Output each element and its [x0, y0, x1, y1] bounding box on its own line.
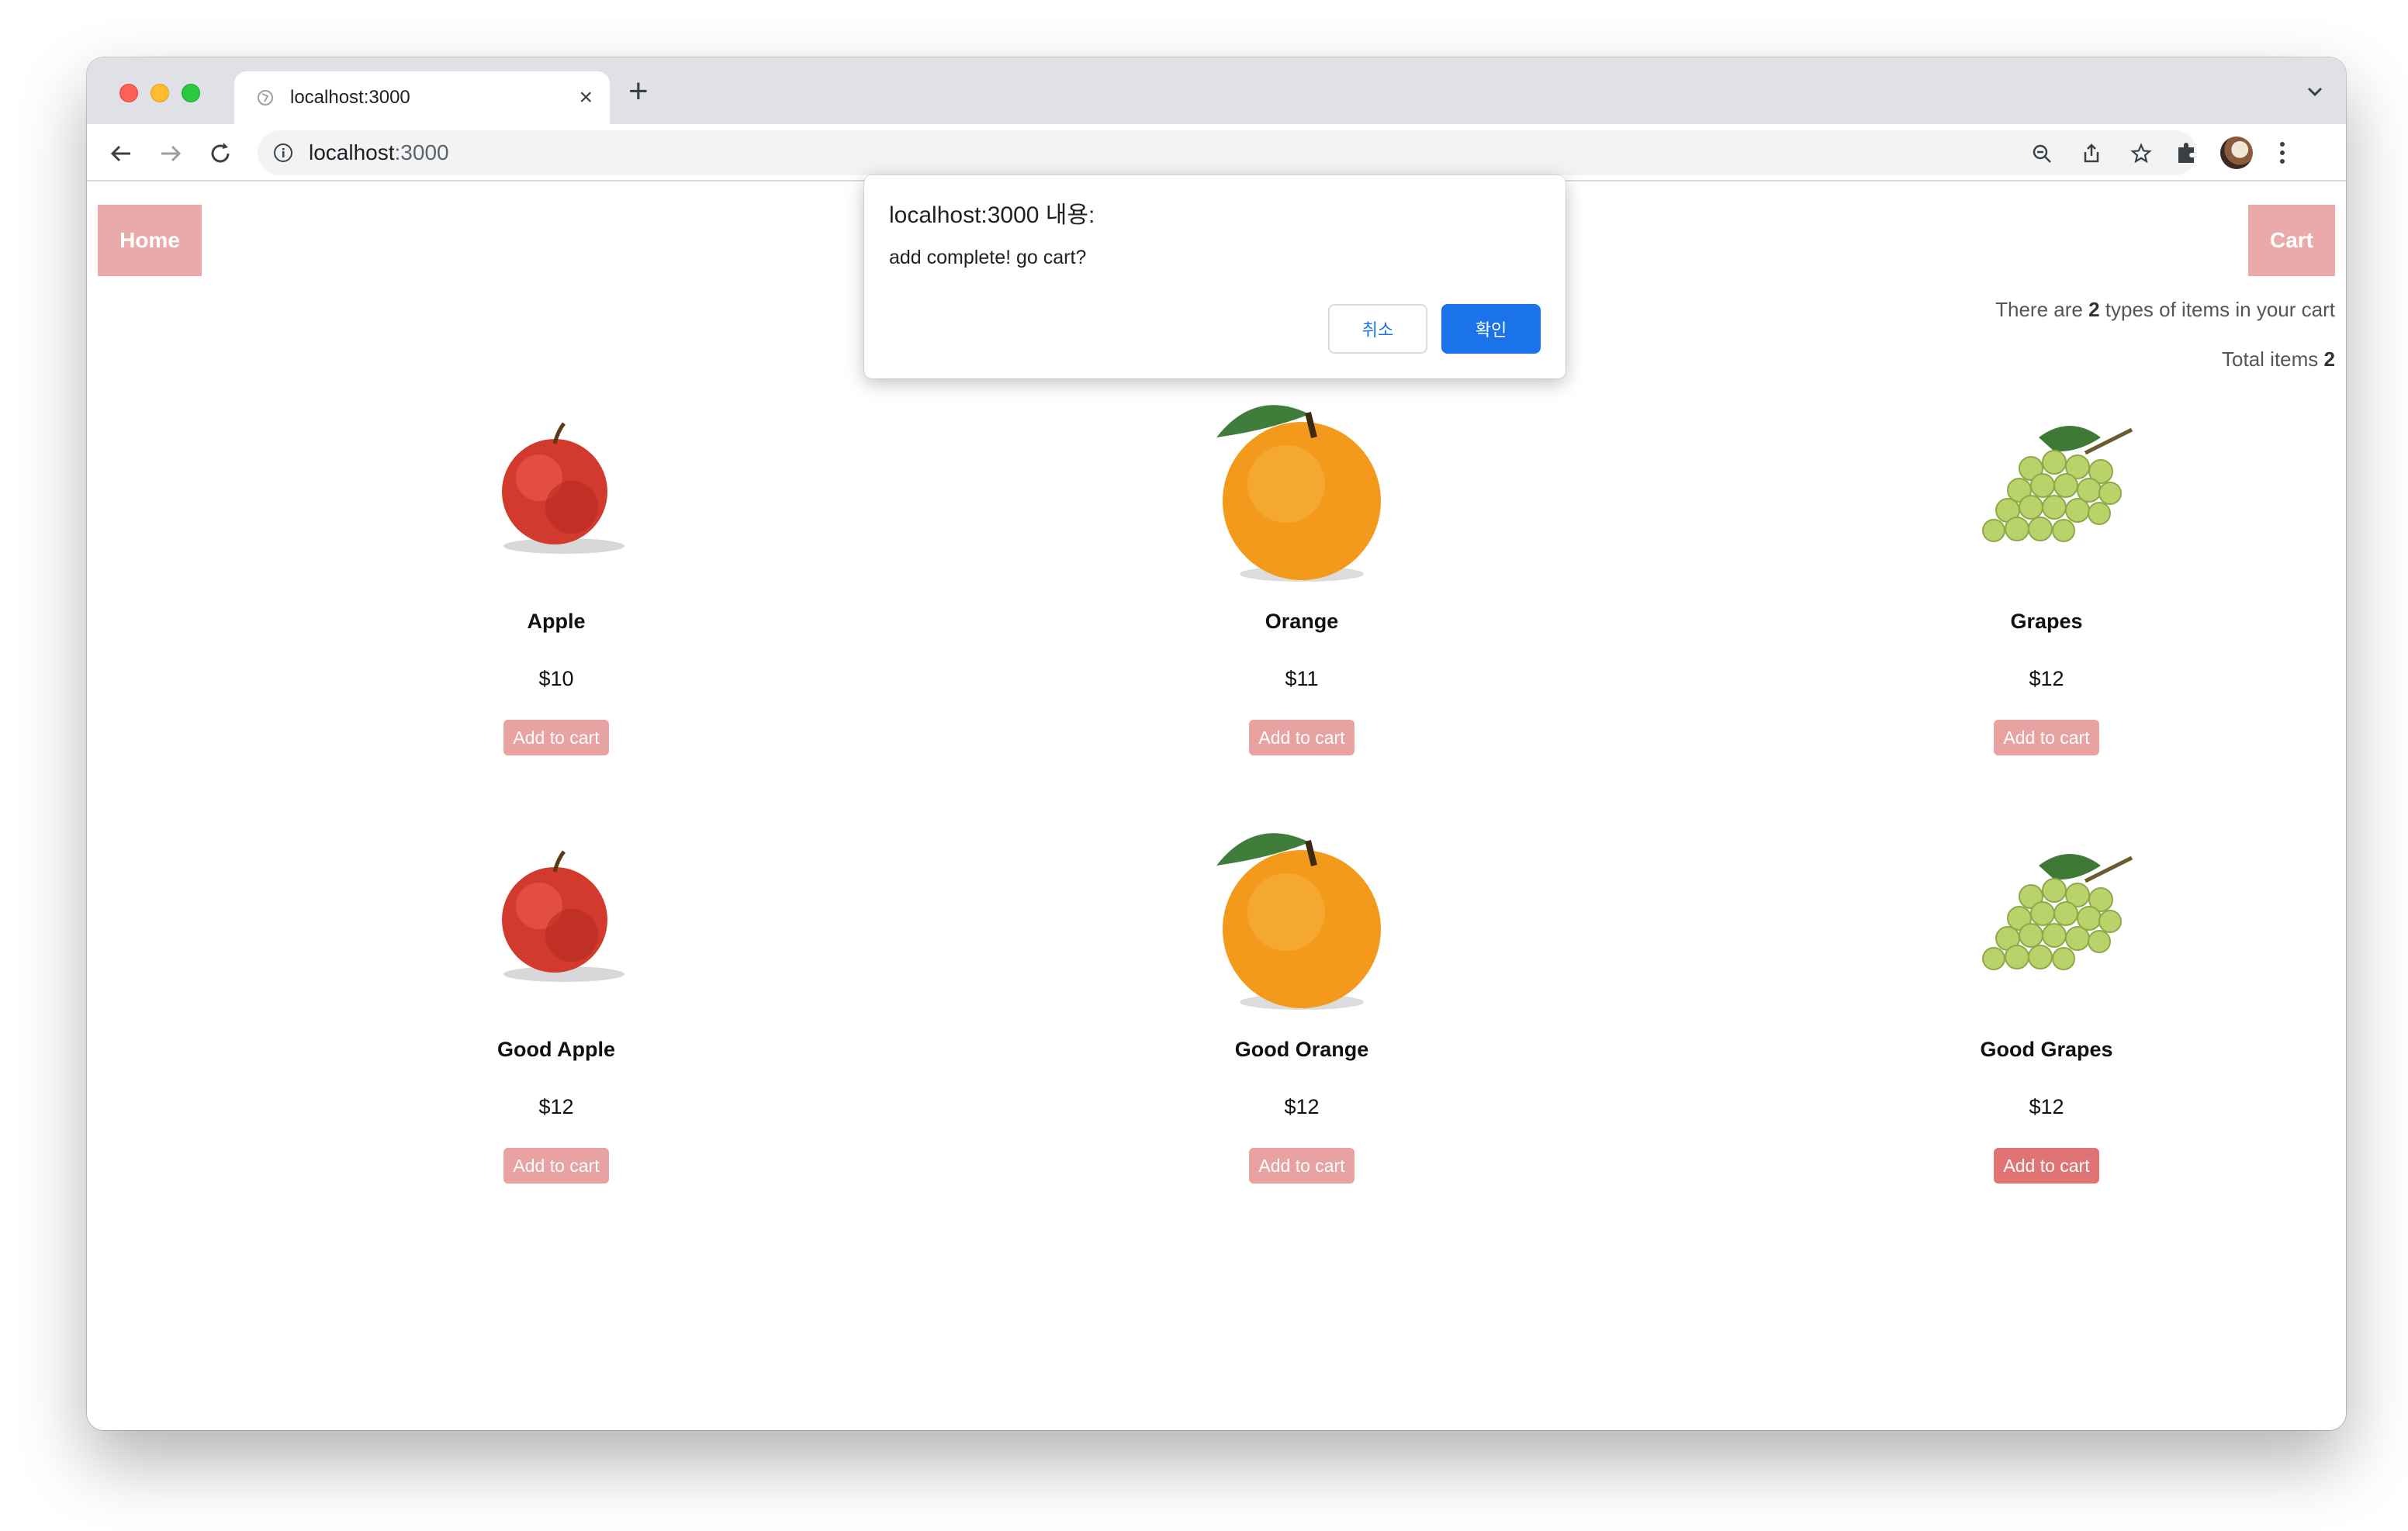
cart-types-summary: There are 2 types of items in your cart	[1995, 298, 2335, 321]
address-bar[interactable]: localhost:3000	[258, 130, 2197, 175]
cart-total-summary: Total items 2	[2222, 347, 2335, 371]
product-price: $12	[2029, 667, 2064, 690]
product-price: $10	[538, 667, 574, 690]
add-to-cart-button[interactable]: Add to cart	[503, 1148, 609, 1184]
product-card: Good Apple $12 Add to cart	[362, 819, 750, 1184]
new-tab-button[interactable]: +	[628, 74, 649, 109]
product-name: Good Apple	[497, 1038, 615, 1061]
product-price: $12	[538, 1095, 574, 1118]
forward-arrow-icon[interactable]	[157, 140, 185, 168]
alert-dialog: localhost:3000 내용: add complete! go cart…	[864, 175, 1566, 378]
bookmark-star-icon[interactable]	[2130, 143, 2152, 164]
dialog-message: add complete! go cart?	[889, 247, 1087, 268]
add-to-cart-button[interactable]: Add to cart	[1994, 1148, 2099, 1184]
kebab-menu-icon[interactable]	[2278, 140, 2287, 166]
product-name: Orange	[1265, 610, 1339, 633]
product-name: Apple	[527, 610, 586, 633]
zoom-icon[interactable]	[2031, 143, 2053, 164]
dialog-ok-button[interactable]: 확인	[1441, 304, 1541, 354]
product-name: Good Orange	[1234, 1038, 1369, 1061]
back-arrow-icon[interactable]	[107, 140, 135, 168]
grapes-image	[1946, 391, 2147, 600]
product-card: Good Orange $12 Add to cart	[1108, 819, 1496, 1184]
maximize-window-button[interactable]	[182, 84, 200, 102]
dialog-cancel-button[interactable]: 취소	[1328, 304, 1427, 354]
globe-icon	[258, 90, 273, 105]
product-card: Grapes $12 Add to cart	[1853, 391, 2240, 755]
product-name: Good Grapes	[1980, 1038, 2113, 1061]
home-button[interactable]: Home	[98, 205, 202, 276]
product-card: Apple $10 Add to cart	[362, 391, 750, 755]
product-card: Orange $11 Add to cart	[1108, 391, 1496, 755]
tab-close-icon[interactable]: ×	[579, 85, 593, 110]
extensions-puzzle-icon[interactable]	[2174, 140, 2200, 166]
chevron-down-icon[interactable]	[2306, 84, 2324, 99]
info-icon[interactable]	[273, 143, 293, 163]
dialog-title: localhost:3000 내용:	[889, 202, 1095, 228]
product-name: Grapes	[2010, 610, 2083, 633]
product-price: $12	[2029, 1095, 2064, 1118]
tab-title: localhost:3000	[290, 87, 410, 108]
url-text: localhost:3000	[309, 140, 449, 164]
tab-strip: localhost:3000 × +	[87, 57, 2346, 124]
browser-window: localhost:3000 × + localhost:3000 Home C…	[87, 57, 2346, 1430]
cart-types-count: 2	[2088, 298, 2100, 321]
cart-button[interactable]: Cart	[2248, 205, 2335, 276]
add-to-cart-button[interactable]: Add to cart	[1249, 720, 1354, 755]
share-icon[interactable]	[2081, 143, 2102, 164]
browser-toolbar: localhost:3000	[87, 124, 2346, 181]
add-to-cart-button[interactable]: Add to cart	[1994, 720, 2099, 755]
reload-icon[interactable]	[206, 140, 234, 168]
add-to-cart-button[interactable]: Add to cart	[1249, 1148, 1354, 1184]
minimize-window-button[interactable]	[150, 84, 169, 102]
product-price: $11	[1285, 667, 1319, 690]
close-window-button[interactable]	[119, 84, 138, 102]
product-price: $12	[1284, 1095, 1320, 1118]
product-card: Good Grapes $12 Add to cart	[1853, 819, 2240, 1184]
grapes-image	[1946, 819, 2147, 1028]
browser-tab[interactable]: localhost:3000 ×	[234, 71, 610, 124]
orange-image	[1201, 391, 1403, 600]
orange-image	[1201, 819, 1403, 1028]
add-to-cart-button[interactable]: Add to cart	[503, 720, 609, 755]
apple-image	[455, 391, 657, 600]
cart-total-count: 2	[2323, 347, 2335, 371]
profile-avatar[interactable]	[2220, 137, 2253, 169]
apple-image	[455, 819, 657, 1028]
